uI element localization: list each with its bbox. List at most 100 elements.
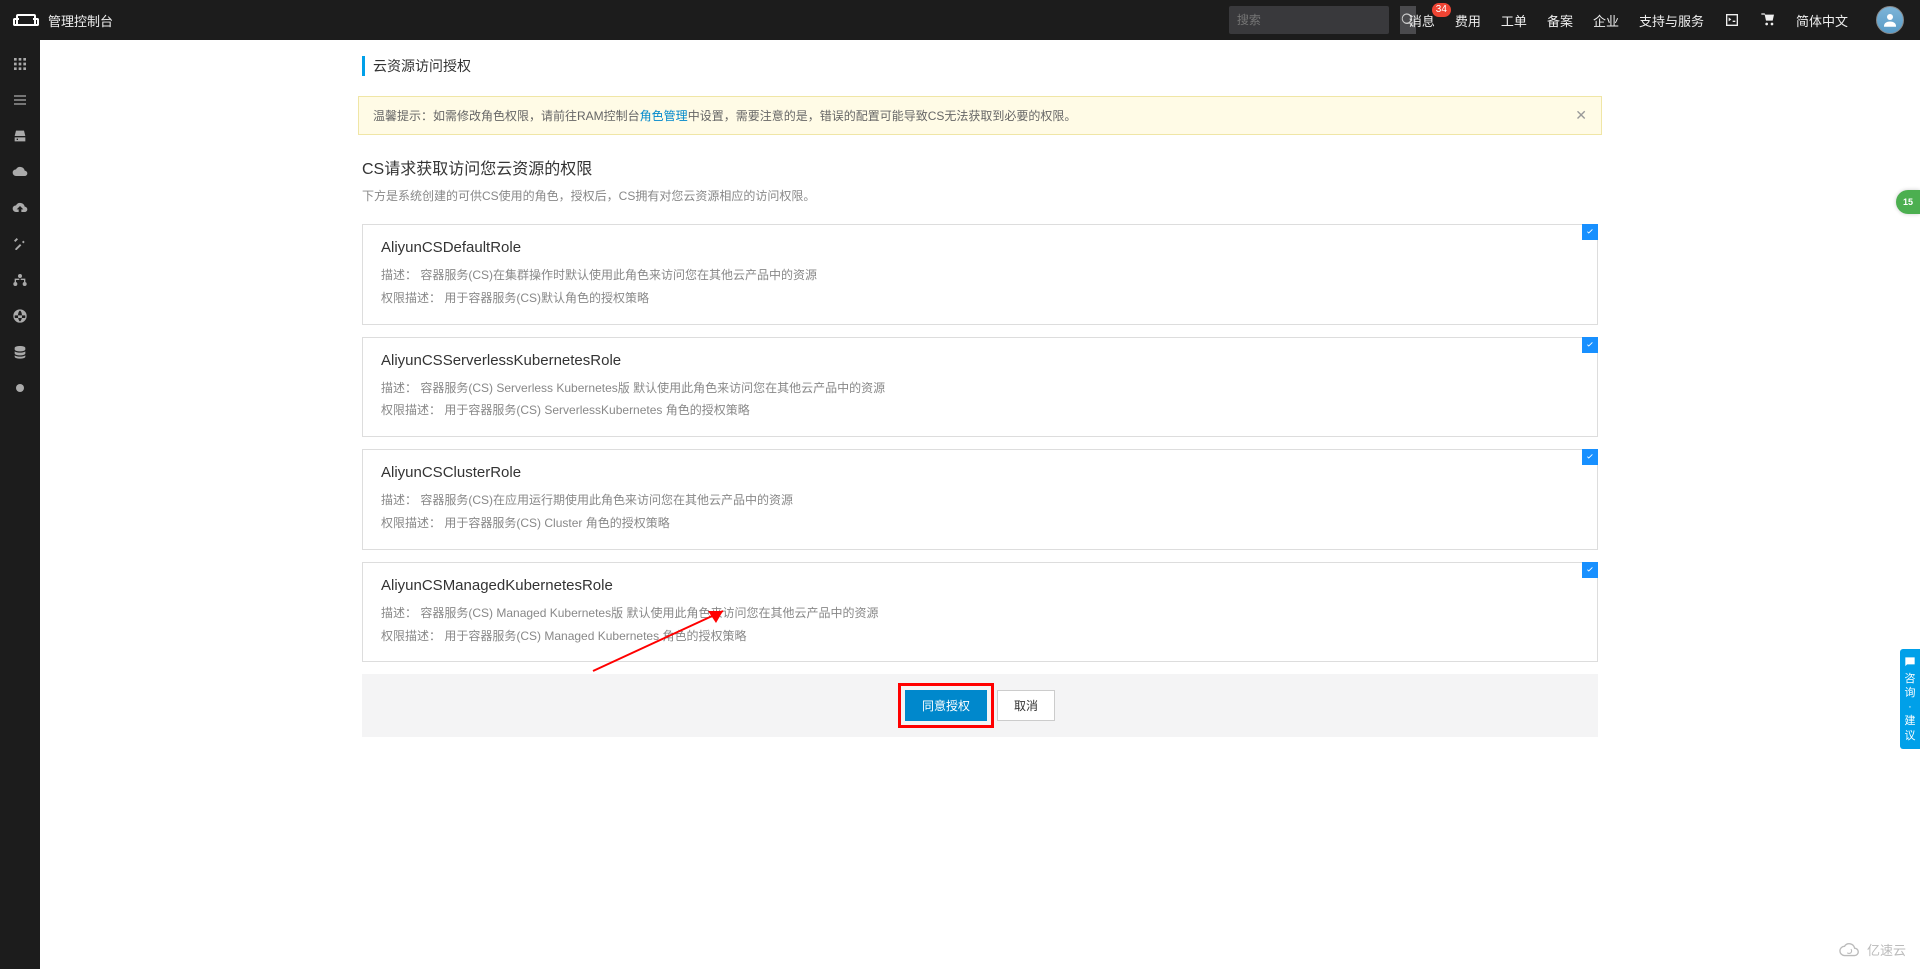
main-content: 云资源访问授权 温馨提示：如需修改角色权限，请前往RAM控制台角色管理中设置，需…: [40, 40, 1920, 969]
role-policy-line: 权限描述： 用于容器服务(CS) ServerlessKubernetes 角色…: [381, 399, 1579, 422]
avatar-icon: [1881, 11, 1899, 29]
policy-label: 权限描述：: [381, 291, 441, 305]
alert-link[interactable]: 角色管理: [640, 109, 688, 123]
user-avatar[interactable]: [1876, 6, 1904, 34]
role-desc: 容器服务(CS)在集群操作时默认使用此角色来访问您在其他云产品中的资源: [420, 268, 817, 282]
check-badge: [1582, 449, 1598, 465]
grid-icon: [12, 56, 28, 72]
nav-messages-label: 消息: [1409, 11, 1435, 30]
cloud-icon: [12, 164, 28, 180]
rail-item-dot[interactable]: [0, 372, 40, 404]
role-card: AliyunCSManagedKubernetesRole 描述： 容器服务(CS…: [362, 562, 1598, 663]
policy-label: 权限描述：: [381, 403, 441, 417]
alert-suffix: 中设置，需要注意的是，错误的配置可能导致CS无法获取到必要的权限。: [688, 109, 1077, 123]
desc-label: 描述：: [381, 493, 417, 507]
database-icon: [12, 344, 28, 360]
role-policy-line: 权限描述： 用于容器服务(CS)默认角色的授权策略: [381, 287, 1579, 310]
role-desc-line: 描述： 容器服务(CS) Serverless Kubernetes版 默认使用…: [381, 377, 1579, 400]
desc-label: 描述：: [381, 381, 417, 395]
cancel-button[interactable]: 取消: [997, 690, 1055, 721]
role-policy: 用于容器服务(CS) ServerlessKubernetes 角色的授权策略: [444, 403, 749, 417]
check-icon: [1585, 452, 1595, 462]
role-desc-line: 描述： 容器服务(CS)在应用运行期使用此角色来访问您在其他云产品中的资源: [381, 489, 1579, 512]
rail-item-tools[interactable]: [0, 228, 40, 260]
rail-item-apps[interactable]: [0, 48, 40, 80]
chat-icon: [1903, 655, 1917, 669]
nav-billing[interactable]: 费用: [1455, 11, 1481, 30]
nav-language[interactable]: 简体中文: [1796, 11, 1848, 30]
role-policy-line: 权限描述： 用于容器服务(CS) Cluster 角色的授权策略: [381, 512, 1579, 535]
role-desc: 容器服务(CS) Serverless Kubernetes版 默认使用此角色来…: [420, 381, 885, 395]
rail-item-list[interactable]: [0, 84, 40, 116]
policy-label: 权限描述：: [381, 516, 441, 530]
terminal-icon: [1724, 12, 1740, 28]
circle-icon: [12, 380, 28, 396]
messages-badge: 34: [1432, 3, 1451, 17]
role-policy-line: 权限描述： 用于容器服务(CS) Managed Kubernetes 角色的授…: [381, 625, 1579, 648]
globe-icon: [12, 308, 28, 324]
server-icon: [12, 128, 28, 144]
feedback-label: 咨询·建议: [1905, 673, 1916, 742]
auth-section: CS请求获取访问您云资源的权限 下方是系统创建的可供CS使用的角色，授权后，CS…: [358, 155, 1602, 737]
check-badge: [1582, 224, 1598, 240]
role-name: AliyunCSManagedKubernetesRole: [381, 577, 1579, 594]
role-card: AliyunCSDefaultRole 描述： 容器服务(CS)在集群操作时默认使…: [362, 224, 1598, 325]
logo-area: 管理控制台: [16, 11, 113, 30]
top-header: 管理控制台 消息 34 费用 工单 备案 企业 支持与服务 简体中文: [0, 0, 1920, 40]
rail-item-compute[interactable]: [0, 120, 40, 152]
header-nav: 消息 34 费用 工单 备案 企业 支持与服务 简体中文: [1409, 6, 1904, 34]
check-badge: [1582, 337, 1598, 353]
alert-banner: 温馨提示：如需修改角色权限，请前往RAM控制台角色管理中设置，需要注意的是，错误…: [358, 96, 1602, 135]
feedback-button[interactable]: 咨询·建议: [1900, 649, 1920, 749]
tools-icon: [12, 236, 28, 252]
nav-cloudshell-icon[interactable]: [1724, 12, 1740, 28]
check-badge: [1582, 562, 1598, 578]
watermark-text: 亿速云: [1867, 940, 1906, 959]
nav-messages[interactable]: 消息 34: [1409, 11, 1435, 30]
search-input[interactable]: [1229, 13, 1400, 27]
logo-icon[interactable]: [16, 14, 36, 26]
rail-item-network[interactable]: [0, 264, 40, 296]
rail-item-cloud[interactable]: [0, 156, 40, 188]
left-rail: [0, 40, 40, 969]
network-icon: [12, 272, 28, 288]
role-name: AliyunCSClusterRole: [381, 464, 1579, 481]
role-card: AliyunCSClusterRole 描述： 容器服务(CS)在应用运行期使用此…: [362, 449, 1598, 550]
nav-cart-icon[interactable]: [1760, 12, 1776, 28]
watermark-icon: [1839, 942, 1861, 958]
role-desc: 容器服务(CS)在应用运行期使用此角色来访问您在其他云产品中的资源: [420, 493, 793, 507]
cloud-upload-icon: [12, 200, 28, 216]
check-icon: [1585, 227, 1595, 237]
role-desc-line: 描述： 容器服务(CS) Managed Kubernetes版 默认使用此角色…: [381, 602, 1579, 625]
nav-support[interactable]: 支持与服务: [1639, 11, 1704, 30]
nav-enterprise[interactable]: 企业: [1593, 11, 1619, 30]
nav-beian[interactable]: 备案: [1547, 11, 1573, 30]
agree-button[interactable]: 同意授权: [905, 690, 987, 721]
section-subtitle: 下方是系统创建的可供CS使用的角色，授权后，CS拥有对您云资源相应的访问权限。: [362, 187, 1598, 204]
page-title: 云资源访问授权: [362, 56, 1602, 76]
check-icon: [1585, 565, 1595, 575]
policy-label: 权限描述：: [381, 629, 441, 643]
console-title[interactable]: 管理控制台: [48, 11, 113, 30]
role-policy: 用于容器服务(CS) Cluster 角色的授权策略: [444, 516, 669, 530]
cart-icon: [1760, 12, 1776, 28]
search-box: [1229, 6, 1389, 34]
alert-text: 温馨提示：如需修改角色权限，请前往RAM控制台角色管理中设置，需要注意的是，错误…: [373, 107, 1076, 124]
list-icon: [12, 92, 28, 108]
nav-workorder[interactable]: 工单: [1501, 11, 1527, 30]
role-policy: 用于容器服务(CS)默认角色的授权策略: [444, 291, 649, 305]
role-name: AliyunCSDefaultRole: [381, 239, 1579, 256]
watermark: 亿速云: [1839, 940, 1906, 959]
float-badge[interactable]: 15: [1896, 190, 1920, 214]
desc-label: 描述：: [381, 606, 417, 620]
section-title: CS请求获取访问您云资源的权限: [362, 155, 1598, 179]
role-desc: 容器服务(CS) Managed Kubernetes版 默认使用此角色来访问您…: [420, 606, 878, 620]
desc-label: 描述：: [381, 268, 417, 282]
alert-close[interactable]: ✕: [1575, 107, 1587, 124]
rail-item-db[interactable]: [0, 336, 40, 368]
role-card: AliyunCSServerlessKubernetesRole 描述： 容器服务…: [362, 337, 1598, 438]
role-name: AliyunCSServerlessKubernetesRole: [381, 352, 1579, 369]
rail-item-cloud-up[interactable]: [0, 192, 40, 224]
rail-item-globe[interactable]: [0, 300, 40, 332]
role-policy: 用于容器服务(CS) Managed Kubernetes 角色的授权策略: [444, 629, 746, 643]
